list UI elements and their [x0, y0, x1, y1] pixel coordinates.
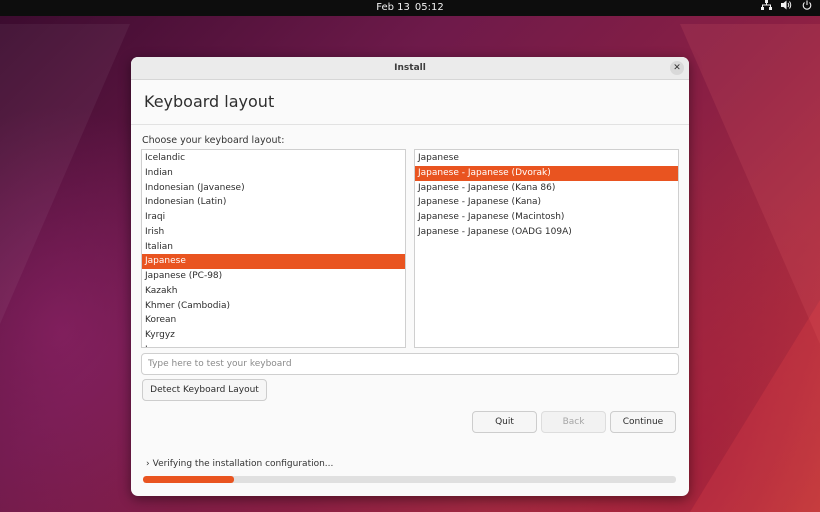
layout-list-item[interactable]: Japanese: [142, 254, 405, 269]
clock-date: Feb 13: [376, 2, 410, 13]
layout-prompt: Choose your keyboard layout:: [142, 135, 285, 146]
status-row[interactable]: › Verifying the installation configuratio…: [146, 459, 333, 469]
clock-time: 05:12: [414, 2, 444, 13]
layout-list-item[interactable]: Khmer (Cambodia): [142, 299, 405, 314]
variant-list-item[interactable]: Japanese - Japanese (Macintosh): [415, 210, 678, 225]
power-icon[interactable]: [802, 0, 812, 16]
layout-list-item[interactable]: Japanese (PC-98): [142, 269, 405, 284]
layout-list-item[interactable]: Korean: [142, 313, 405, 328]
variant-list-item[interactable]: Japanese - Japanese (Kana): [415, 195, 678, 210]
wallpaper-facet: [680, 24, 820, 344]
top-bar: Feb 13 05:12: [0, 0, 820, 16]
title-bar[interactable]: Install ✕: [131, 57, 689, 80]
network-icon[interactable]: [761, 0, 772, 16]
layout-list-item[interactable]: Irish: [142, 225, 405, 240]
layout-list-item[interactable]: Indonesian (Javanese): [142, 181, 405, 196]
continue-button[interactable]: Continue: [610, 411, 676, 433]
wallpaper-facet: [690, 300, 820, 512]
page-header: Keyboard layout: [131, 80, 689, 125]
variant-list[interactable]: Japanese Japanese - Japanese (Dvorak) Japa…: [414, 149, 679, 348]
back-button[interactable]: Back: [541, 411, 606, 433]
layout-list-item[interactable]: Italian: [142, 240, 405, 255]
layout-list-item[interactable]: Kazakh: [142, 284, 405, 299]
layout-list[interactable]: Icelandic Indian Indonesian (Javanese) Indo…: [141, 149, 406, 348]
status-text: Verifying the installation configuration…: [152, 459, 334, 469]
clock[interactable]: Feb 13 05:12: [0, 0, 820, 16]
window-title: Install: [394, 63, 426, 73]
detect-layout-button[interactable]: Detect Keyboard Layout: [142, 379, 267, 401]
layout-list-item[interactable]: Lao: [142, 343, 405, 347]
quit-button[interactable]: Quit: [472, 411, 537, 433]
install-window: Install ✕ Keyboard layout Choose your ke…: [131, 57, 689, 496]
variant-list-item[interactable]: Japanese - Japanese (OADG 109A): [415, 225, 678, 240]
chevron-right-icon[interactable]: ›: [146, 459, 150, 469]
variant-list-item[interactable]: Japanese - Japanese (Dvorak): [415, 165, 678, 181]
progress-bar: [143, 476, 676, 483]
layout-list-item[interactable]: Indian: [142, 166, 405, 181]
wallpaper-facet: [0, 24, 130, 324]
page-title: Keyboard layout: [144, 92, 275, 111]
system-tray[interactable]: [761, 0, 812, 16]
layout-list-item[interactable]: Kyrgyz: [142, 328, 405, 343]
volume-icon[interactable]: [781, 0, 793, 16]
variant-list-item[interactable]: Japanese: [415, 151, 678, 166]
layout-list-item[interactable]: Icelandic: [142, 151, 405, 166]
progress-fill: [143, 476, 234, 483]
layout-list-item[interactable]: Indonesian (Latin): [142, 195, 405, 210]
close-icon[interactable]: ✕: [670, 61, 684, 75]
layout-list-item[interactable]: Iraqi: [142, 210, 405, 225]
keyboard-test-input[interactable]: [141, 353, 679, 375]
variant-list-item[interactable]: Japanese - Japanese (Kana 86): [415, 181, 678, 196]
